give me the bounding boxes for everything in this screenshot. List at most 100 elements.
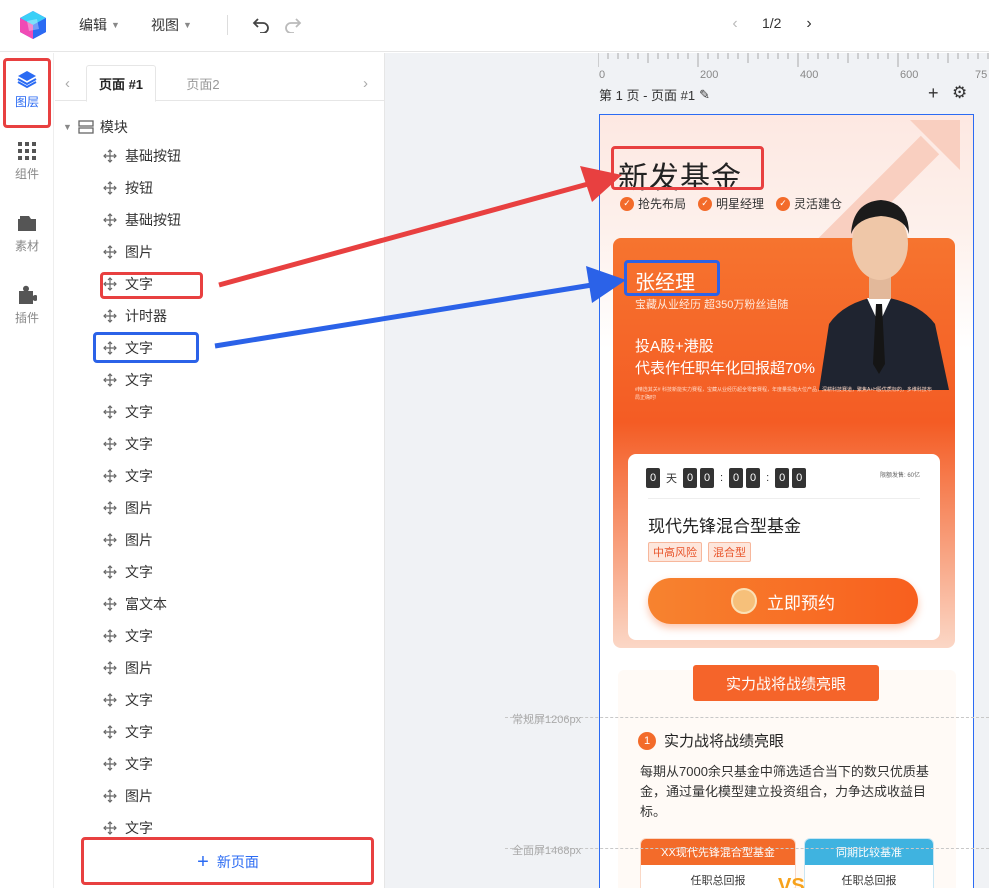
layer-item-label: 图片 xyxy=(125,532,153,548)
move-icon[interactable] xyxy=(103,693,117,707)
move-icon[interactable] xyxy=(103,661,117,675)
annotation-blue-box xyxy=(624,260,720,296)
puzzle-icon xyxy=(19,285,37,304)
add-icon[interactable]: + xyxy=(928,83,939,104)
layer-item-label: 图片 xyxy=(125,788,153,804)
quota-note: 限额发售: 60亿 xyxy=(879,473,920,479)
section-number: 1 xyxy=(638,731,656,750)
move-icon[interactable] xyxy=(103,789,117,803)
vs-label: VS xyxy=(778,875,805,888)
layer-item[interactable]: 文字 xyxy=(103,562,153,582)
top-toolbar: 编辑 ▼ 视图 ▼ ‹ 1/2 › xyxy=(0,0,989,52)
move-icon[interactable] xyxy=(103,821,117,835)
menu-edit[interactable]: 编辑 ▼ xyxy=(79,15,120,35)
move-icon[interactable] xyxy=(103,245,117,259)
move-icon[interactable] xyxy=(103,373,117,387)
move-icon[interactable] xyxy=(103,405,117,419)
rail-item-plugins[interactable]: 插件 xyxy=(4,273,50,337)
move-icon[interactable] xyxy=(103,213,117,227)
layer-item[interactable]: 基础按钮 xyxy=(103,210,181,230)
annotation-red-box xyxy=(3,58,51,128)
caret-down-icon[interactable]: ▼ xyxy=(63,122,72,132)
rail-item-assets[interactable]: 素材 xyxy=(4,201,50,265)
layer-item[interactable]: 图片 xyxy=(103,498,153,518)
countdown-digit: 0 xyxy=(646,468,660,488)
menu-view[interactable]: 视图 ▼ xyxy=(151,15,192,35)
section-ribbon[interactable]: 实力战将战绩亮眼 xyxy=(693,665,879,701)
layer-item[interactable]: 文字 xyxy=(103,690,153,710)
layer-item[interactable]: 文字 xyxy=(103,466,153,486)
layer-panel: ‹ 页面 #1 页面2 › ▼ 模块 基础按钮 按钮 基础按钮 图片 文字 计时器 文字 文字… xyxy=(55,53,385,888)
fund-name[interactable]: 现代先锋混合型基金 xyxy=(648,512,801,537)
compare-card-title: XX现代先锋混合型基金 xyxy=(641,839,795,865)
prev-page-icon[interactable]: ‹ xyxy=(725,12,745,36)
move-icon[interactable] xyxy=(103,533,117,547)
tab-page-1[interactable]: 页面 #1 xyxy=(86,65,156,102)
chevron-right-icon[interactable]: › xyxy=(363,75,368,92)
layer-item-label: 文字 xyxy=(125,564,153,580)
section-title[interactable]: 实力战将战绩亮眼 xyxy=(664,730,784,751)
redo-icon[interactable] xyxy=(282,13,304,35)
layer-item[interactable]: 文字 xyxy=(103,626,153,646)
undo-icon[interactable] xyxy=(250,13,272,35)
move-icon[interactable] xyxy=(103,309,117,323)
layer-item[interactable]: 文字 xyxy=(103,370,153,390)
move-icon[interactable] xyxy=(103,181,117,195)
layer-item-label: 文字 xyxy=(125,404,153,420)
layer-item[interactable]: 计时器 xyxy=(103,306,167,326)
next-page-icon[interactable]: › xyxy=(799,12,819,36)
headline-line: 投A股+港股 xyxy=(635,338,714,355)
layer-item[interactable]: 富文本 xyxy=(103,594,167,614)
pencil-icon[interactable]: ✎ xyxy=(699,87,710,103)
move-icon[interactable] xyxy=(103,149,117,163)
layer-item[interactable]: 文字 xyxy=(103,754,153,774)
toolbar-divider xyxy=(227,15,228,35)
countdown-timer[interactable]: 0 天 0 0 : 0 0 : 0 0 xyxy=(646,468,807,488)
layer-item[interactable]: 文字 xyxy=(103,402,153,422)
move-icon[interactable] xyxy=(103,757,117,771)
layer-item-label: 基础按钮 xyxy=(125,212,181,228)
move-icon[interactable] xyxy=(103,725,117,739)
annotation-red-box xyxy=(100,272,203,299)
manager-photo[interactable] xyxy=(809,174,955,390)
headline-line: 代表作任职年化回报超70% xyxy=(635,360,816,377)
horizontal-ruler: 0 200 400 600 75 xyxy=(598,53,989,79)
annotation-red-box xyxy=(611,146,764,190)
layer-item[interactable]: 图片 xyxy=(103,658,153,678)
layer-item-label: 文字 xyxy=(125,692,153,708)
compare-card-fund: XX现代先锋混合型基金 任职总回报 xyxy=(640,838,796,888)
ruler-tick-label: 0 xyxy=(599,69,605,79)
move-icon[interactable] xyxy=(103,629,117,643)
layer-item[interactable]: 基础按钮 xyxy=(103,146,181,166)
app-logo-icon[interactable] xyxy=(17,9,49,41)
countdown-separator: : xyxy=(720,472,724,484)
move-icon[interactable] xyxy=(103,565,117,579)
layer-item[interactable]: 图片 xyxy=(103,530,153,550)
ruler-tick-label: 200 xyxy=(700,69,718,79)
move-icon[interactable] xyxy=(103,437,117,451)
countdown-digit: 0 xyxy=(775,468,790,488)
fund-tag: 中高风险 xyxy=(648,542,702,562)
layer-item[interactable]: 图片 xyxy=(103,786,153,806)
reserve-button[interactable]: 立即预约 xyxy=(648,578,918,624)
grid-icon xyxy=(18,141,36,160)
feature-tag: ✓ 抢先布局 xyxy=(620,195,686,212)
layer-item[interactable]: 文字 xyxy=(103,434,153,454)
layer-item[interactable]: 按钮 xyxy=(103,178,153,198)
rail-item-components[interactable]: 组件 xyxy=(4,129,50,193)
gear-icon[interactable]: ⚙ xyxy=(952,83,967,103)
fund-card: 0 天 0 0 : 0 0 : 0 0 限额发售: 60亿 现代先锋混合型基金 … xyxy=(628,454,940,640)
section-body[interactable]: 每期从7000余只基金中筛选适合当下的数只优质基金，通过量化模型建立投资组合，力… xyxy=(640,762,940,822)
chevron-left-icon[interactable]: ‹ xyxy=(65,75,70,92)
layer-item[interactable]: 图片 xyxy=(103,242,153,262)
move-icon[interactable] xyxy=(103,469,117,483)
tab-page-2[interactable]: 页面2 xyxy=(165,65,241,102)
tree-root-modules[interactable]: ▼ 模块 xyxy=(63,117,128,137)
move-icon[interactable] xyxy=(103,501,117,515)
layer-item[interactable]: 文字 xyxy=(103,722,153,742)
countdown-digit: 0 xyxy=(729,468,744,488)
manager-card: 张经理 宝藏从业经历 超350万粉丝追随 投A股+港股 代表作任职年化回报超70… xyxy=(613,200,955,648)
layer-item[interactable]: 文字 xyxy=(103,818,153,838)
divider xyxy=(648,498,920,499)
move-icon[interactable] xyxy=(103,597,117,611)
